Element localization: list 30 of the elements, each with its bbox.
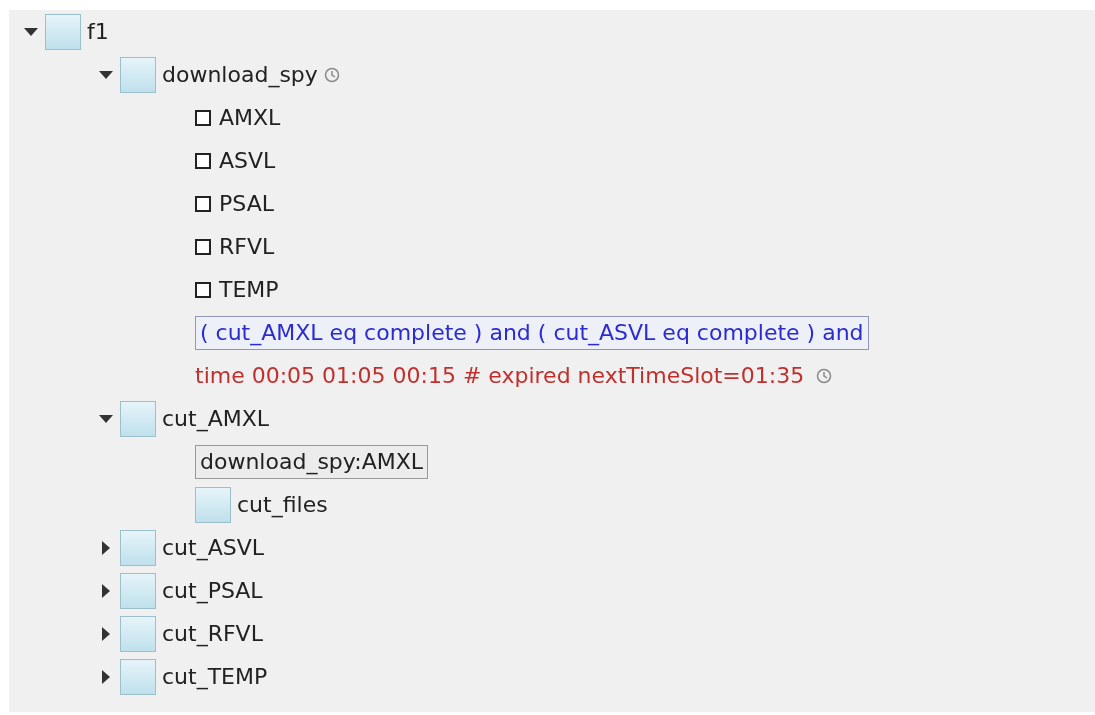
event-checkbox[interactable] xyxy=(195,152,211,169)
node-label[interactable]: cut_ASVL xyxy=(162,535,264,560)
node-status-square xyxy=(120,615,156,652)
event-label: ASVL xyxy=(219,148,276,173)
node-status-square xyxy=(120,529,156,566)
node-label[interactable]: cut_TEMP xyxy=(162,664,268,689)
node-status-square xyxy=(120,56,156,93)
event-checkbox[interactable] xyxy=(195,238,211,255)
node-status-square xyxy=(45,13,81,50)
event-checkbox[interactable] xyxy=(195,281,211,298)
node-status-square xyxy=(120,572,156,609)
event-label: AMXL xyxy=(219,105,281,130)
node-label[interactable]: cut_AMXL xyxy=(162,406,270,431)
node-label[interactable]: f1 xyxy=(87,19,109,44)
clock-icon xyxy=(816,367,833,384)
node-status-square xyxy=(120,400,156,437)
node-label[interactable]: cut_PSAL xyxy=(162,578,263,603)
time-attribute: time 00:05 01:05 00:15 # expired nextTimeSlot=01:35 xyxy=(195,363,805,388)
event-label: RFVL xyxy=(219,234,275,259)
node-status-square xyxy=(195,486,231,523)
trigger-expression: download_spy:AMXL xyxy=(195,444,428,479)
node-status-square xyxy=(120,658,156,695)
event-checkbox[interactable] xyxy=(195,109,211,126)
trigger-expression: ( cut_AMXL eq complete ) and ( cut_ASVL eq complete ) and xyxy=(195,315,869,350)
event-checkbox[interactable] xyxy=(195,195,211,212)
event-label: PSAL xyxy=(219,191,274,216)
node-label[interactable]: download_spy xyxy=(162,62,318,87)
node-label[interactable]: cut_files xyxy=(237,492,328,517)
node-label[interactable]: cut_RFVL xyxy=(162,621,263,646)
event-label: TEMP xyxy=(219,277,279,302)
